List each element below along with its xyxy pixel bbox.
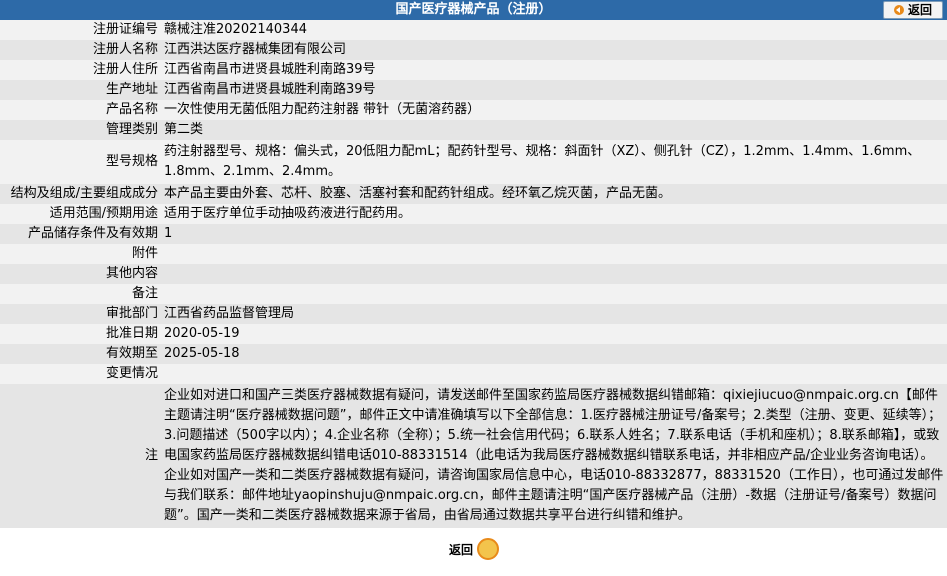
field-label: 适用范围/预期用途 [0, 204, 161, 224]
field-value: 江西省药品监督管理局 [161, 304, 947, 324]
field-value: 本产品主要由外套、芯杆、胶塞、活塞衬套和配药针组成。经环氧乙烷灭菌，产品无菌。 [161, 184, 947, 204]
table-row: 型号规格 药注射器型号、规格：偏头式，20低阻力配mL；配药针型号、规格：斜面针（… [0, 140, 947, 184]
table-row: 管理类别 第二类 [0, 120, 947, 140]
field-label: 变更情况 [0, 364, 161, 384]
field-value: 江西省南昌市进贤县城胜利南路39号 [161, 80, 947, 100]
field-label: 注册人住所 [0, 60, 161, 80]
table-row: 注册人名称 江西洪达医疗器械集团有限公司 [0, 40, 947, 60]
table-row: 结构及组成/主要组成成分 本产品主要由外套、芯杆、胶塞、活塞衬套和配药针组成。经环… [0, 184, 947, 204]
field-label: 备注 [0, 284, 161, 304]
field-label: 生产地址 [0, 80, 161, 100]
field-value: 1 [161, 224, 947, 244]
field-value: 2025-05-18 [161, 344, 947, 364]
note-text: 企业如对进口和国产三类医疗器械数据有疑问，请发送邮件至国家药监局医疗器械数据纠错… [161, 384, 947, 528]
detail-table: 注册证编号 赣械注准20202140344 注册人名称 江西洪达医疗器械集团有限公司注… [0, 20, 947, 528]
field-label: 附件 [0, 244, 161, 264]
footer: 返回 [0, 528, 947, 562]
field-label: 注册人名称 [0, 40, 161, 60]
table-row: 附件 [0, 244, 947, 264]
field-value: 第二类 [161, 120, 947, 140]
field-value: 适用于医疗单位手动抽吸药液进行配药用。 [161, 204, 947, 224]
page-title: 国产医疗器械产品（注册） [395, 2, 552, 17]
table-row: 审批部门 江西省药品监督管理局 [0, 304, 947, 324]
table-row: 备注 [0, 284, 947, 304]
return-button-top[interactable]: 返回 [883, 1, 943, 19]
return-circle-icon [477, 538, 499, 560]
field-label: 产品储存条件及有效期 [0, 224, 161, 244]
field-label: 型号规格 [0, 140, 161, 184]
field-label: 有效期至 [0, 344, 161, 364]
field-value [161, 284, 947, 304]
return-button-bottom-label: 返回 [448, 542, 473, 557]
field-value: 赣械注准20202140344 [161, 20, 947, 40]
field-value [161, 244, 947, 264]
table-row: 产品名称 一次性使用无菌低阻力配药注射器 带针（无菌溶药器） [0, 100, 947, 120]
table-row: 变更情况 [0, 364, 947, 384]
field-value: 2020-05-19 [161, 324, 947, 344]
table-row: 适用范围/预期用途 适用于医疗单位手动抽吸药液进行配药用。 [0, 204, 947, 224]
table-row: 产品储存条件及有效期 1 [0, 224, 947, 244]
back-arrow-icon [893, 5, 904, 15]
field-label: 管理类别 [0, 120, 161, 140]
field-value [161, 264, 947, 284]
return-button-label: 返回 [907, 3, 932, 17]
field-label: 产品名称 [0, 100, 161, 120]
field-label: 批准日期 [0, 324, 161, 344]
field-value: 药注射器型号、规格：偏头式，20低阻力配mL；配药针型号、规格：斜面针（XZ）、… [161, 140, 947, 184]
field-label: 其他内容 [0, 264, 161, 284]
table-row: 批准日期 2020-05-19 [0, 324, 947, 344]
field-value [161, 364, 947, 384]
table-row: 生产地址 江西省南昌市进贤县城胜利南路39号 [0, 80, 947, 100]
table-row: 其他内容 [0, 264, 947, 284]
field-label: 注册证编号 [0, 20, 161, 40]
field-value: 江西省南昌市进贤县城胜利南路39号 [161, 60, 947, 80]
field-value: 一次性使用无菌低阻力配药注射器 带针（无菌溶药器） [161, 100, 947, 120]
page-header: 国产医疗器械产品（注册） 返回 [0, 0, 947, 20]
table-row: 有效期至 2025-05-18 [0, 344, 947, 364]
field-label: 审批部门 [0, 304, 161, 324]
note-row: 注 企业如对进口和国产三类医疗器械数据有疑问，请发送邮件至国家药监局医疗器械数据… [0, 384, 947, 528]
field-label: 结构及组成/主要组成成分 [0, 184, 161, 204]
note-label: 注 [0, 384, 161, 528]
field-value: 江西洪达医疗器械集团有限公司 [161, 40, 947, 60]
return-button-bottom[interactable]: 返回 [445, 536, 502, 562]
table-row: 注册证编号 赣械注准20202140344 [0, 20, 947, 40]
table-row: 注册人住所 江西省南昌市进贤县城胜利南路39号 [0, 60, 947, 80]
